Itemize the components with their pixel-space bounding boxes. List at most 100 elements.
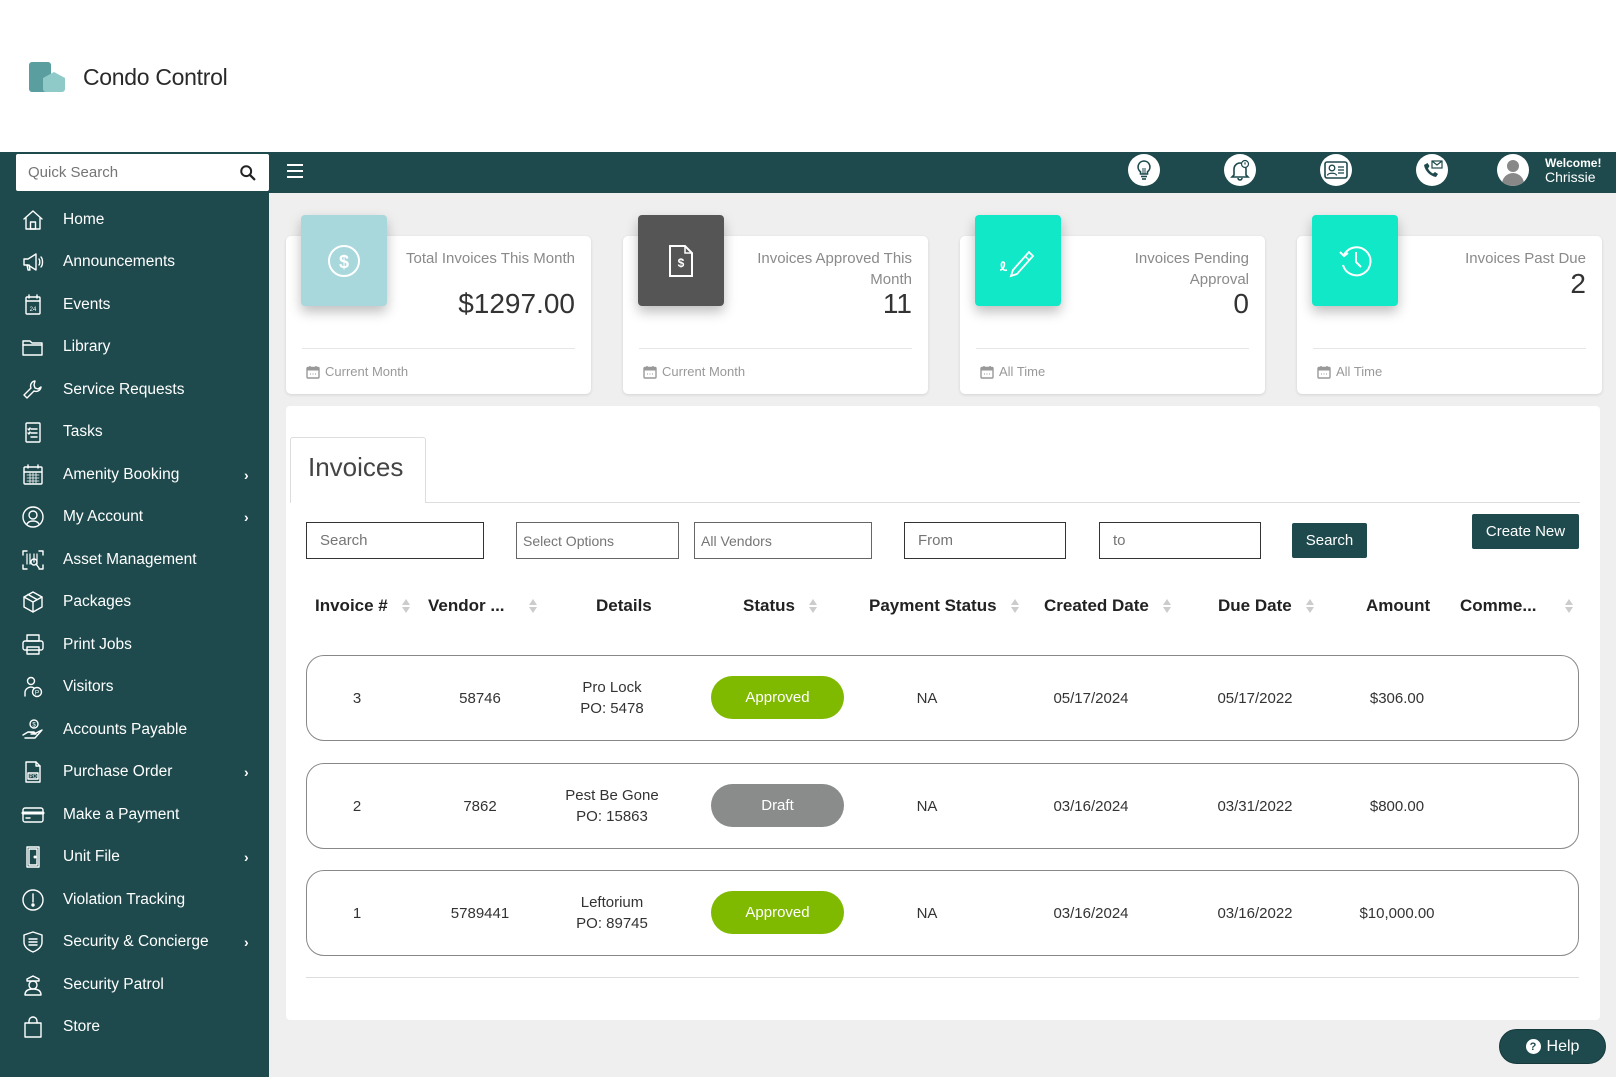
sidebar-item-security-concierge[interactable]: Security & Concierge › (0, 924, 269, 960)
sort-icon[interactable] (402, 598, 410, 614)
calendar-icon: 24 (20, 292, 46, 318)
notification-bell-icon[interactable] (1224, 154, 1256, 186)
column-header-vendor[interactable]: Vendor ... (428, 596, 537, 616)
svg-text:$: $ (339, 252, 349, 272)
stat-divider (976, 348, 1249, 349)
column-header-details[interactable]: Details (596, 596, 652, 616)
sidebar: Home Announcements 24 Events Library Ser… (0, 193, 269, 1077)
sidebar-item-print-jobs[interactable]: Print Jobs (0, 627, 269, 663)
create-new-button[interactable]: Create New (1472, 514, 1579, 549)
column-header-status[interactable]: Status (743, 596, 817, 616)
sidebar-item-tasks[interactable]: Tasks (0, 414, 269, 450)
sidebar-item-label: Purchase Order (63, 763, 172, 781)
sort-icon[interactable] (1306, 598, 1314, 614)
chevron-right-icon[interactable]: › (244, 849, 249, 865)
condo-control-logo[interactable] (29, 60, 67, 94)
stat-footer-label: Current Month (662, 364, 745, 379)
sort-icon[interactable] (529, 598, 537, 614)
column-header-due-date[interactable]: Due Date (1218, 596, 1314, 616)
sidebar-item-violation-tracking[interactable]: Violation Tracking (0, 882, 269, 918)
welcome-label: Welcome! (1545, 156, 1601, 170)
door-icon (20, 844, 46, 870)
cell-comments (1467, 871, 1557, 955)
status-badge[interactable]: Approved (711, 676, 844, 719)
sort-icon[interactable] (1011, 598, 1019, 614)
sidebar-item-label: Accounts Payable (63, 721, 187, 739)
sidebar-item-label: Tasks (63, 423, 103, 441)
contact-card-icon[interactable] (1320, 154, 1352, 186)
sidebar-item-store[interactable]: Store (0, 1009, 269, 1045)
sidebar-item-make-a-payment[interactable]: Make a Payment (0, 797, 269, 833)
hamburger-menu-icon[interactable] (287, 164, 303, 178)
tab-divider (426, 502, 1580, 503)
table-row[interactable]: 2 7862 Pest Be Gone PO: 15863 Draft NA 0… (306, 763, 1579, 849)
user-name: Chrissie (1545, 170, 1601, 184)
sidebar-item-packages[interactable]: Packages (0, 584, 269, 620)
column-header-label: Vendor ... (428, 596, 505, 616)
column-header-created-date[interactable]: Created Date (1044, 596, 1171, 616)
sort-icon[interactable] (1565, 598, 1573, 614)
sidebar-item-accounts-payable[interactable]: $ Accounts Payable (0, 712, 269, 748)
search-button[interactable]: Search (1292, 523, 1367, 558)
stat-footer-label: All Time (999, 364, 1045, 379)
sidebar-item-service-requests[interactable]: Service Requests (0, 372, 269, 408)
chevron-right-icon[interactable]: › (244, 764, 249, 780)
cell-due-date: 03/31/2022 (1195, 764, 1315, 848)
status-select[interactable] (516, 522, 679, 559)
column-header-invoice[interactable]: Invoice # (315, 596, 410, 616)
sidebar-item-purchase-order[interactable]: PO Purchase Order › (0, 754, 269, 790)
quick-search-input[interactable] (28, 164, 239, 181)
tab-invoices-label: Invoices (308, 452, 403, 483)
phone-mail-icon[interactable] (1416, 154, 1448, 186)
column-header-payment-status[interactable]: Payment Status (869, 596, 1019, 616)
sort-icon[interactable] (809, 598, 817, 614)
sidebar-item-amenity-booking[interactable]: Amenity Booking › (0, 457, 269, 493)
stat-badge: $ (301, 215, 387, 306)
cell-amount: $10,000.00 (1337, 871, 1457, 955)
tab-invoices[interactable]: Invoices (290, 437, 426, 503)
table-row[interactable]: 3 58746 Pro Lock PO: 5478 Approved NA 05… (306, 655, 1579, 741)
date-to-input[interactable] (1099, 522, 1261, 559)
shopping-bag-icon (20, 1014, 46, 1040)
column-header-comme[interactable]: Comme... (1460, 596, 1573, 616)
sidebar-item-label: Events (63, 296, 110, 314)
svg-text:$: $ (678, 256, 685, 270)
sidebar-item-security-patrol[interactable]: Security Patrol (0, 967, 269, 1003)
user-circle-icon (20, 504, 46, 530)
column-header-amount[interactable]: Amount (1366, 596, 1430, 616)
sidebar-item-library[interactable]: Library (0, 329, 269, 365)
quick-search[interactable] (16, 154, 269, 191)
sidebar-item-events[interactable]: 24 Events (0, 287, 269, 323)
vendor-select[interactable] (694, 522, 872, 559)
table-row[interactable]: 1 5789441 Leftorium PO: 89745 Approved N… (306, 870, 1579, 956)
sidebar-item-visitors[interactable]: P Visitors (0, 669, 269, 705)
date-from-input[interactable] (904, 522, 1066, 559)
lightbulb-icon[interactable] (1128, 154, 1160, 186)
sidebar-item-my-account[interactable]: My Account › (0, 499, 269, 535)
cell-comments (1467, 656, 1557, 740)
sidebar-item-label: Security Patrol (63, 976, 164, 994)
sidebar-item-asset-management[interactable]: Asset Management (0, 542, 269, 578)
chevron-right-icon[interactable]: › (244, 509, 249, 525)
status-badge[interactable]: Approved (711, 891, 844, 934)
folder-icon (20, 334, 46, 360)
search-icon[interactable] (239, 164, 257, 182)
chevron-right-icon[interactable]: › (244, 934, 249, 950)
sidebar-item-announcements[interactable]: Announcements (0, 244, 269, 280)
welcome-user[interactable]: Welcome! Chrissie (1545, 156, 1601, 184)
invoice-search-input[interactable] (306, 522, 484, 559)
column-header-label: Comme... (1460, 596, 1537, 616)
chevron-right-icon[interactable]: › (244, 467, 249, 483)
help-button[interactable]: ? Help (1499, 1029, 1606, 1064)
calendar-icon (643, 365, 657, 379)
dollar-circle-icon: $ (326, 243, 362, 279)
status-badge[interactable]: Draft (711, 784, 844, 827)
stat-divider (639, 348, 912, 349)
sidebar-item-unit-file[interactable]: Unit File › (0, 839, 269, 875)
details-vendor-name: Leftorium (581, 892, 644, 913)
sidebar-item-label: My Account (63, 508, 143, 526)
user-avatar[interactable] (1497, 154, 1529, 186)
sort-icon[interactable] (1163, 598, 1171, 614)
cell-due-date: 03/16/2022 (1195, 871, 1315, 955)
sidebar-item-home[interactable]: Home (0, 202, 269, 238)
